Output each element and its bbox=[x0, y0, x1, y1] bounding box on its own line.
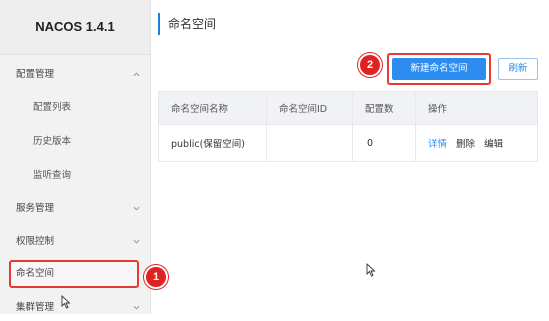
refresh-button[interactable]: 刷新 bbox=[498, 58, 538, 80]
sidebar-item-label: 历史版本 bbox=[33, 136, 72, 147]
namespace-id-cell bbox=[266, 124, 353, 162]
column-header-count: 配置数 bbox=[352, 91, 416, 125]
column-header-name: 命名空间名称 bbox=[158, 91, 267, 125]
chevron-down-icon bbox=[133, 238, 140, 245]
page-title: 命名空间 bbox=[158, 13, 216, 35]
sidebar-item-label: 监听查询 bbox=[33, 170, 72, 181]
sidebar: NACOS 1.4.1 配置管理 配置列表 历史版本 监听查询 服务管理 权限控… bbox=[0, 0, 151, 314]
sidebar-item-service-management[interactable]: 服务管理 bbox=[0, 196, 150, 222]
step-badge-2: 2 bbox=[358, 53, 382, 77]
column-header-id: 命名空间ID bbox=[266, 91, 353, 125]
column-header-actions: 操作 bbox=[415, 91, 538, 125]
config-count-cell: 0 bbox=[352, 124, 416, 162]
delete-link[interactable]: 删除 bbox=[456, 139, 475, 150]
app-brand: NACOS 1.4.1 bbox=[0, 0, 150, 55]
chevron-down-icon bbox=[133, 205, 140, 212]
table-row: public(保留空间) 0 详情 删除 编辑 bbox=[158, 124, 538, 162]
main-content: 命名空间 2 新建命名空间 刷新 命名空间名称 命名空间ID 配置数 操作 pu… bbox=[151, 0, 549, 314]
sidebar-item-config-list[interactable]: 配置列表 bbox=[0, 95, 150, 121]
create-namespace-button[interactable]: 新建命名空间 bbox=[392, 58, 486, 80]
chevron-up-icon bbox=[133, 71, 140, 78]
sidebar-item-label: 配置列表 bbox=[33, 102, 72, 113]
sidebar-item-label: 配置管理 bbox=[16, 69, 55, 80]
mouse-cursor-icon bbox=[61, 294, 71, 313]
namespace-name-cell: public(保留空间) bbox=[158, 124, 267, 162]
create-button-highlight: 新建命名空间 bbox=[387, 53, 491, 85]
detail-link[interactable]: 详情 bbox=[428, 139, 447, 150]
sidebar-item-label: 权限控制 bbox=[16, 236, 55, 247]
sidebar-item-label: 集群管理 bbox=[16, 302, 55, 313]
sidebar-item-access-control[interactable]: 权限控制 bbox=[0, 229, 150, 255]
sidebar-item-label: 服务管理 bbox=[16, 203, 55, 214]
sidebar-item-listener-query[interactable]: 监听查询 bbox=[0, 163, 150, 189]
sidebar-item-config-management[interactable]: 配置管理 bbox=[0, 62, 150, 88]
chevron-down-icon bbox=[133, 304, 140, 311]
mouse-cursor-icon bbox=[366, 262, 376, 281]
namespace-table: 命名空间名称 命名空间ID 配置数 操作 public(保留空间) 0 详情 删… bbox=[158, 91, 538, 162]
sidebar-item-cluster-management[interactable]: 集群管理 bbox=[0, 295, 150, 321]
actions-cell: 详情 删除 编辑 bbox=[415, 124, 538, 162]
sidebar-item-label: 命名空间 bbox=[16, 268, 55, 279]
edit-link[interactable]: 编辑 bbox=[484, 139, 503, 150]
sidebar-item-namespace[interactable]: 命名空间 bbox=[9, 260, 139, 288]
sidebar-item-history[interactable]: 历史版本 bbox=[0, 129, 150, 155]
